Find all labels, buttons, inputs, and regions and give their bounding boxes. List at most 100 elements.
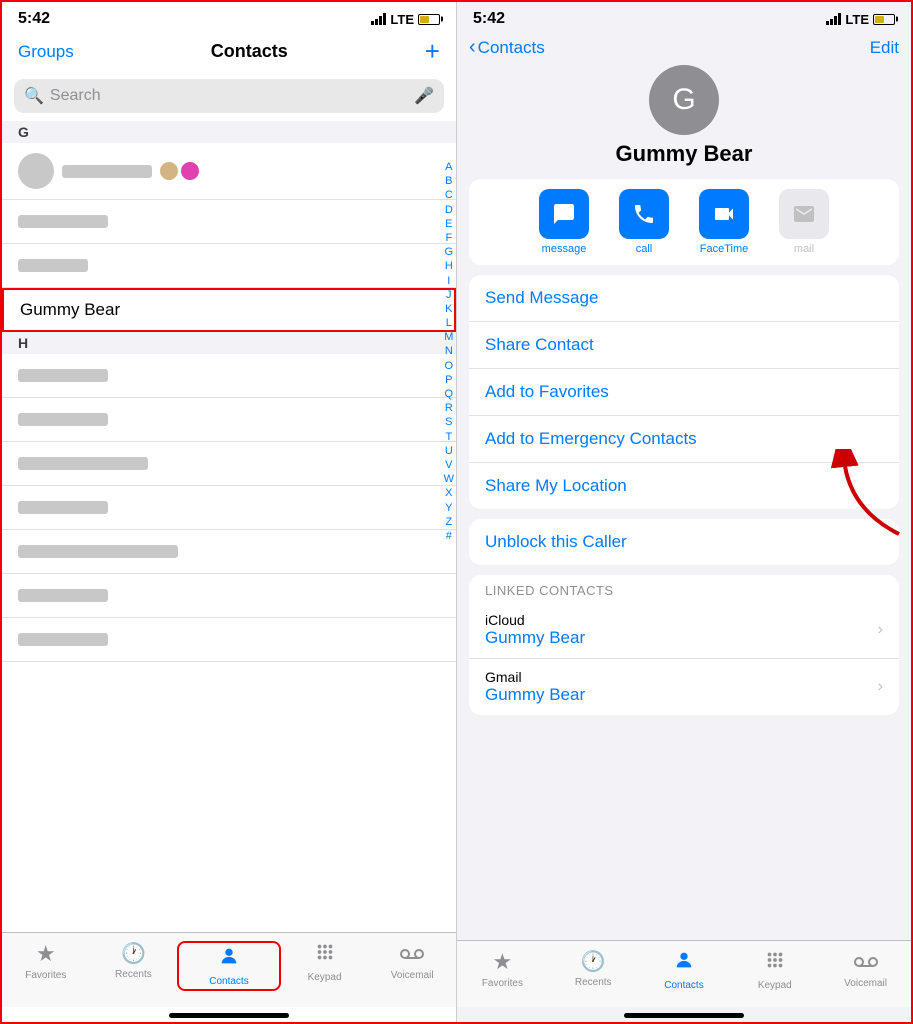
tab-recents-right[interactable]: 🕐 Recents xyxy=(548,949,639,991)
tab-voicemail-left[interactable]: Voicemail xyxy=(368,941,456,991)
tab-keypad-right[interactable]: Keypad xyxy=(729,949,820,991)
alpha-y[interactable]: Y xyxy=(445,502,452,515)
alpha-b[interactable]: B xyxy=(445,175,452,188)
send-message-row[interactable]: Send Message xyxy=(469,275,899,322)
edit-button[interactable]: Edit xyxy=(870,38,899,58)
unblock-row[interactable]: Unblock this Caller xyxy=(469,519,899,565)
share-location-row[interactable]: Share My Location xyxy=(469,463,899,509)
contact-header: G Gummy Bear xyxy=(457,59,911,179)
list-item[interactable] xyxy=(2,486,456,530)
tab-favorites-right[interactable]: ★ Favorites xyxy=(457,949,548,991)
alpha-r[interactable]: R xyxy=(445,402,453,415)
alpha-i[interactable]: I xyxy=(447,275,450,288)
avatar-initial: G xyxy=(672,83,695,117)
gmail-name: Gummy Bear xyxy=(485,685,883,705)
tab-bar-right: ★ Favorites 🕐 Recents Contacts xyxy=(457,940,911,1007)
alpha-n[interactable]: N xyxy=(445,345,453,358)
linked-icloud-item[interactable]: iCloud Gummy Bear › xyxy=(469,602,899,659)
add-contact-button[interactable]: + xyxy=(425,36,440,67)
alpha-e[interactable]: E xyxy=(445,218,452,231)
search-icon: 🔍 xyxy=(24,86,44,106)
tab-contacts-left[interactable]: Contacts xyxy=(177,941,281,991)
alpha-a[interactable]: A xyxy=(445,161,452,174)
mail-action-button[interactable]: mail xyxy=(770,189,838,255)
call-action-button[interactable]: call xyxy=(610,189,678,255)
alpha-x[interactable]: X xyxy=(445,487,452,500)
back-button[interactable]: ‹ Contacts xyxy=(469,36,545,59)
blurred-name xyxy=(18,589,108,602)
alpha-t[interactable]: T xyxy=(445,431,452,444)
alpha-s[interactable]: S xyxy=(445,416,452,429)
time-right: 5:42 xyxy=(473,10,505,28)
facetime-action-button[interactable]: FaceTime xyxy=(690,189,758,255)
share-contact-row[interactable]: Share Contact xyxy=(469,322,899,369)
blurred-name xyxy=(18,369,108,382)
alpha-hash[interactable]: # xyxy=(446,530,452,543)
keypad-label-right: Keypad xyxy=(758,980,792,991)
battery-right xyxy=(873,14,895,25)
linked-gmail-item[interactable]: Gmail Gummy Bear › xyxy=(469,659,899,715)
list-item[interactable] xyxy=(2,200,456,244)
alpha-g[interactable]: G xyxy=(445,246,454,259)
tab-recents-left[interactable]: 🕐 Recents xyxy=(90,941,178,991)
alpha-v[interactable]: V xyxy=(445,459,452,472)
alpha-h[interactable]: H xyxy=(445,260,453,273)
status-bar-right: 5:42 LTE xyxy=(457,2,911,32)
tab-favorites-left[interactable]: ★ Favorites xyxy=(2,941,90,991)
keypad-icon-right xyxy=(764,949,786,977)
contacts-tab-label: Contacts xyxy=(209,976,248,987)
list-item[interactable] xyxy=(2,143,456,200)
alpha-z[interactable]: Z xyxy=(445,516,452,529)
contact-avatar: G xyxy=(649,65,719,135)
add-favorites-row[interactable]: Add to Favorites xyxy=(469,369,899,416)
message-action-button[interactable]: message xyxy=(530,189,598,255)
favorites-icon: ★ xyxy=(36,941,56,967)
color-dot xyxy=(181,162,199,180)
list-item[interactable] xyxy=(2,618,456,662)
groups-button[interactable]: Groups xyxy=(18,42,74,62)
search-bar[interactable]: 🔍 Search 🎤 xyxy=(14,79,444,113)
right-panel: 5:42 LTE ‹ Contacts Edit G Gummy Bear xyxy=(457,2,911,1022)
unblock-section: Unblock this Caller xyxy=(469,519,899,565)
alpha-f[interactable]: F xyxy=(445,232,452,245)
alpha-k[interactable]: K xyxy=(445,303,452,316)
detail-nav: ‹ Contacts Edit xyxy=(457,32,911,59)
alpha-j[interactable]: J xyxy=(446,289,452,302)
list-item[interactable] xyxy=(2,354,456,398)
tab-voicemail-right[interactable]: Voicemail xyxy=(820,949,911,991)
add-emergency-row[interactable]: Add to Emergency Contacts xyxy=(469,416,899,463)
linked-section: LINKED CONTACTS iCloud Gummy Bear › Gmai… xyxy=(469,575,899,715)
list-item[interactable] xyxy=(2,398,456,442)
alpha-d[interactable]: D xyxy=(445,204,453,217)
alpha-l[interactable]: L xyxy=(446,317,452,330)
tab-keypad-left[interactable]: Keypad xyxy=(281,941,369,991)
gummy-bear-list-item[interactable]: Gummy Bear xyxy=(2,288,456,332)
list-item[interactable] xyxy=(2,530,456,574)
alpha-c[interactable]: C xyxy=(445,189,453,202)
lte-label-left: LTE xyxy=(390,12,414,27)
alpha-q[interactable]: Q xyxy=(445,388,454,401)
microphone-icon[interactable]: 🎤 xyxy=(414,86,434,106)
icloud-chevron-icon: › xyxy=(878,621,883,639)
alpha-w[interactable]: W xyxy=(444,473,454,486)
list-item[interactable] xyxy=(2,574,456,618)
alpha-u[interactable]: U xyxy=(445,445,453,458)
alpha-o[interactable]: O xyxy=(445,360,454,373)
blurred-name xyxy=(18,457,148,470)
left-panel: 5:42 LTE Groups Contacts + 🔍 Search 🎤 G xyxy=(2,2,457,1022)
signal-right xyxy=(826,13,841,25)
blurred-name xyxy=(18,633,108,646)
list-item[interactable] xyxy=(2,244,456,288)
add-emergency-text: Add to Emergency Contacts xyxy=(485,429,697,449)
list-item[interactable] xyxy=(2,442,456,486)
alpha-m[interactable]: M xyxy=(444,331,453,344)
back-label: Contacts xyxy=(478,38,545,58)
alpha-p[interactable]: P xyxy=(445,374,452,387)
home-indicator-left xyxy=(169,1013,289,1018)
icloud-provider: iCloud xyxy=(485,612,883,628)
message-icon xyxy=(539,189,589,239)
blurred-name xyxy=(62,165,152,178)
blurred-avatar xyxy=(18,153,54,189)
keypad-icon xyxy=(314,941,336,969)
tab-contacts-right[interactable]: Contacts xyxy=(639,949,730,991)
